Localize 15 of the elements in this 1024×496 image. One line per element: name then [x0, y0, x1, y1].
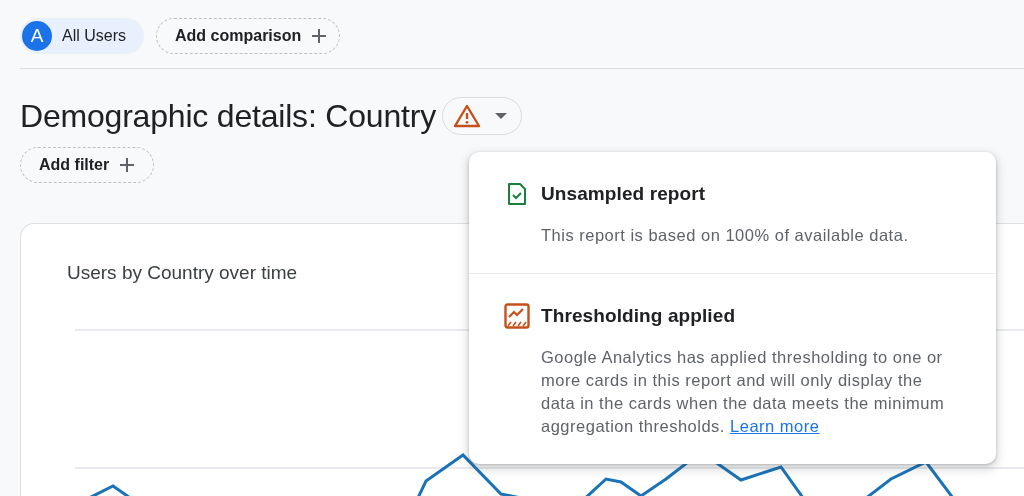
segment-chip[interactable]: A All Users [20, 18, 144, 54]
plus-icon [119, 157, 136, 173]
plus-icon [311, 28, 328, 44]
section-description: Google Analytics has applied thresholding to one or more cards in this report and will only display the data in the cards when the data meets the minimum aggregation thresholds. Learn more [541, 347, 946, 437]
chart-warning-icon [504, 303, 530, 329]
section-title: Thresholding applied [541, 304, 737, 328]
avatar-letter: A [22, 21, 52, 51]
document-check-icon [507, 182, 527, 206]
page-title: Demographic details: Country [20, 97, 436, 135]
learn-more-link[interactable]: Learn more [730, 417, 820, 435]
chart-title: Users by Country over time [67, 262, 298, 284]
section-description: This report is based on 100% of available data. [541, 225, 910, 246]
caret-icon [494, 113, 507, 119]
section-title: Unsampled report [541, 182, 707, 206]
warning-icon [452, 104, 481, 128]
